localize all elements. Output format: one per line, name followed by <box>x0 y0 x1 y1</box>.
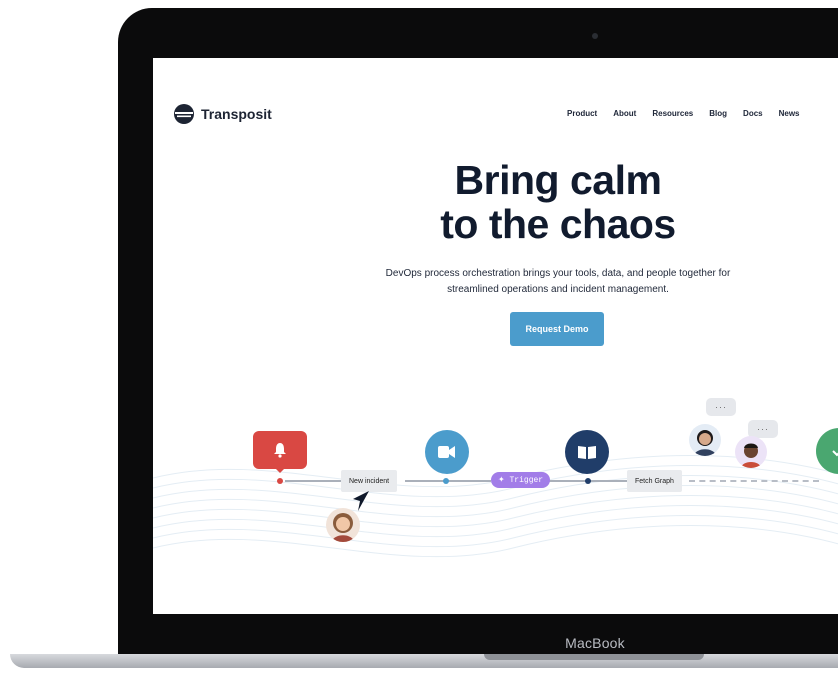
hero-title: Bring calm to the chaos <box>373 158 743 246</box>
nav-item-resources[interactable]: Resources <box>652 109 693 118</box>
transposit-logo-icon <box>174 104 194 124</box>
person-icon <box>694 430 716 456</box>
trigger-step: ✦ Trigger <box>491 472 551 488</box>
chat-icon <box>438 446 455 458</box>
avatar <box>689 424 721 456</box>
slack-node <box>425 430 469 474</box>
flow-connector <box>285 480 341 482</box>
typing-indicator: ··· <box>706 398 736 416</box>
flow-dot <box>443 478 449 484</box>
hero-title-line-1: Bring calm <box>454 157 662 203</box>
nav-item-about[interactable]: About <box>613 109 636 118</box>
laptop-screen: Transposit Product About Resources Blog … <box>153 58 838 614</box>
bell-icon <box>274 443 286 458</box>
hero-subtitle: DevOps process orchestration brings your… <box>333 266 783 298</box>
flow-dot <box>585 478 591 484</box>
camera-icon <box>592 33 598 39</box>
nav-item-news[interactable]: News <box>779 109 800 118</box>
request-demo-button[interactable]: Request Demo <box>510 312 604 346</box>
person-icon <box>332 513 354 542</box>
site-logo[interactable]: Transposit <box>173 103 272 125</box>
runbook-node <box>565 430 609 474</box>
person-icon <box>741 443 761 468</box>
nav-item-blog[interactable]: Blog <box>709 109 727 118</box>
alert-node <box>253 431 307 473</box>
avatar <box>735 436 767 468</box>
flow-connector-dashed <box>689 480 819 482</box>
device-brand-label: MacBook <box>565 635 625 651</box>
check-icon <box>832 450 838 457</box>
laptop-notch <box>484 654 704 660</box>
hero-title-line-2: to the chaos <box>440 201 676 247</box>
hero-subtitle-line-2: streamlined operations and incident mana… <box>447 284 669 295</box>
nav-item-docs[interactable]: Docs <box>743 109 763 118</box>
nav-item-product[interactable]: Product <box>567 109 597 118</box>
fetch-graph-step: Fetch Graph <box>627 470 682 492</box>
hero-subtitle-line-1: DevOps process orchestration brings your… <box>385 268 731 279</box>
site-name: Transposit <box>201 106 272 122</box>
main-nav: Product About Resources Blog Docs News <box>567 109 800 118</box>
laptop-base <box>10 654 838 668</box>
book-icon <box>578 446 596 459</box>
avatar <box>326 508 360 542</box>
